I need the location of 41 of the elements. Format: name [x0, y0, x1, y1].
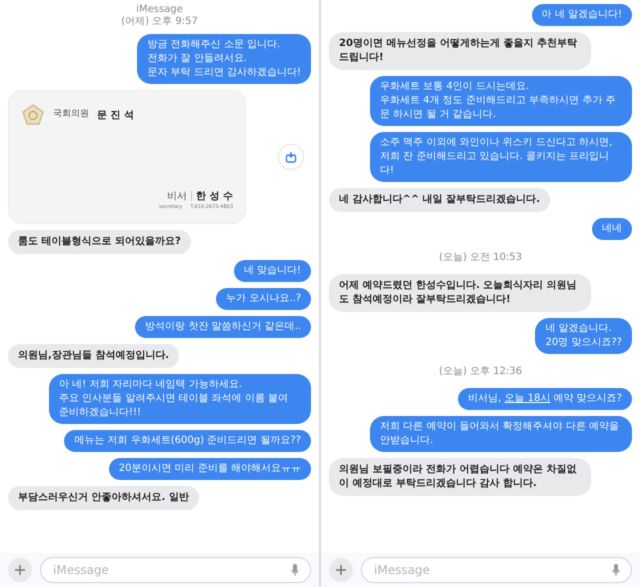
sent-message: 저희 다른 예약이 들어와서 확정해주셔야 다른 예약을 안받습니다.: [370, 416, 632, 452]
sent-message: 아 네 알겠습니다!: [532, 4, 632, 26]
received-message: 부담스러우신거 안좋아하셔서요. 일반: [8, 486, 199, 510]
emblem-icon: [21, 103, 45, 127]
sent-message: 아 네! 저희 자리마다 네임택 가능하세요. 주요 인사분들 알려주시면 테이블 좌석에 이름 붙여 준비하겠습니다!!!: [49, 374, 311, 424]
sent-message: 메뉴는 저희 우화세트(600g) 준비드리면 될까요??: [64, 430, 311, 452]
plus-icon: [336, 565, 346, 575]
microphone-icon[interactable]: [291, 564, 299, 576]
sent-message: 방금 전화해주신 소문 입니다. 전화가 잘 안들려서요. 문자 부탁 드리면 감사하겠습니다!: [137, 34, 311, 84]
microphone-icon[interactable]: [612, 564, 620, 576]
received-message: 네 감사합니다^^ 내일 잘부탁드리겠습니다.: [329, 188, 550, 212]
sent-message: 네 알겠습니다. 20명 맞으시죠??: [535, 318, 632, 354]
received-message: 20명이면 메뉴선정을 어떻게하는게 좋을지 추천부탁드립니다!: [329, 32, 591, 70]
card-title: 국회의원: [53, 108, 89, 122]
message-field[interactable]: iMessage: [361, 557, 632, 583]
plus-icon: [15, 565, 25, 575]
received-message: 의원님,장관님들 참석예정입니다.: [8, 344, 180, 368]
sent-message: 비서님, 오늘 18시 예약 맞으시죠?: [458, 388, 632, 410]
sent-message: 소주 맥주 이외에 와인이나 위스키 드신다고 하시면, 저희 잔 준비해드리고 있습니다. 콜키지는 프리입니다!: [370, 132, 632, 182]
sent-message: 누가 오시나요..?: [216, 288, 311, 310]
sent-message: 20분이시면 미리 준비를 해야해서요ㅠㅠ: [108, 458, 311, 480]
received-message: 의원님 보필중이라 전화가 어렵습니다 예약은 차질없이 예정대로 부탁드리겠습니다 감사 합니다.: [329, 458, 591, 496]
card-role: 비서: [167, 190, 188, 204]
timestamp: (어제) 오후 9:57: [121, 16, 198, 28]
card-name: 문 진 석: [97, 108, 134, 122]
message-field[interactable]: iMessage: [40, 557, 311, 583]
received-message: 룸도 테이블형식으로 되어있을까요?: [8, 230, 191, 254]
date-link[interactable]: 오늘 18시: [504, 393, 550, 404]
sent-message: 네 맞습니다!: [234, 260, 311, 282]
add-button[interactable]: [8, 558, 32, 582]
sent-message: 방석이랑 찻잔 말씀하신거 같은데..: [135, 316, 311, 338]
add-button[interactable]: [329, 558, 353, 582]
share-button[interactable]: [278, 144, 304, 170]
timestamp: (오늘) 오전 10:53: [439, 252, 522, 264]
card-person: 한 성 수: [196, 190, 233, 204]
download-icon: [285, 151, 297, 163]
timestamp: (오늘) 오후 12:36: [439, 366, 522, 378]
service-label: iMessage: [136, 4, 183, 16]
received-message: 어제 예약드렸던 한성수입니다. 오늘회식자리 의원님도 참석예정이라 잘부탁드리겠습니다!: [329, 274, 591, 312]
sent-message: 네네: [592, 218, 632, 240]
sent-message: 우화세트 보통 4인이 드시는데요. 우화세트 4개 정도 준비해드리고 부족하시면 추가 주문 하시면 될 거 같습니다.: [370, 76, 632, 126]
